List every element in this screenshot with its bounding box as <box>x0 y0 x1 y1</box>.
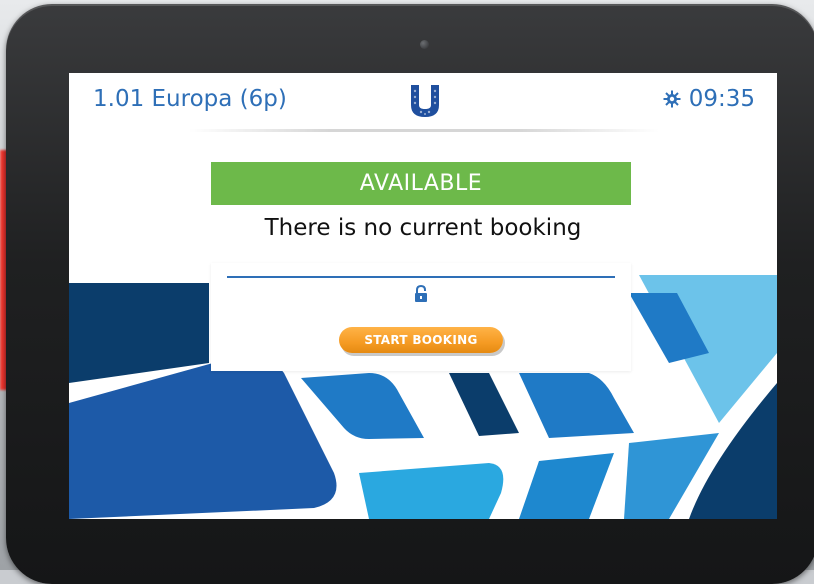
room-name: 1.01 Europa (6p) <box>93 86 287 112</box>
start-booking-button[interactable]: START BOOKING <box>339 327 503 353</box>
clock-area: 09:35 <box>663 86 755 112</box>
status-badge: AVAILABLE <box>211 162 631 205</box>
header-divider <box>189 129 659 132</box>
screen: 1.01 Europa (6p) 09:35 AVAILABLE There i… <box>69 73 777 519</box>
gear-icon[interactable] <box>663 90 681 108</box>
camera <box>420 40 429 49</box>
booking-status-message: There is no current booking <box>264 215 582 241</box>
unilever-logo <box>411 85 439 117</box>
lock-icon <box>415 285 427 302</box>
status-badge-label: AVAILABLE <box>359 171 483 196</box>
clock-time: 09:35 <box>688 86 755 112</box>
card-divider <box>227 276 615 278</box>
header-bar: 1.01 Europa (6p) 09:35 <box>69 73 777 133</box>
booking-card: START BOOKING <box>211 263 631 371</box>
